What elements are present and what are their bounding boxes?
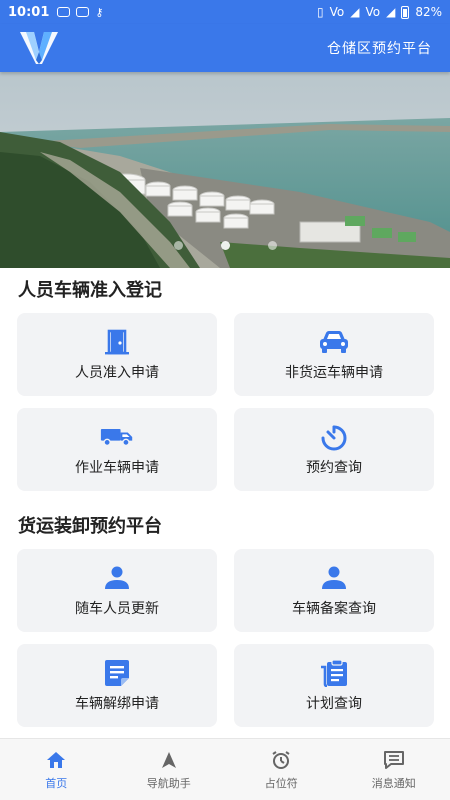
battery-level: 82% bbox=[415, 5, 442, 19]
bottom-tab-bar: 首页 导航助手 占位符 消息通知 bbox=[0, 738, 450, 800]
status-bar: 10:01 ⚷ ▯ Vo ◢ Vo ◢ 82% bbox=[0, 0, 450, 24]
tab-messages[interactable]: 消息通知 bbox=[338, 739, 450, 800]
truck-icon bbox=[100, 423, 134, 451]
app-screen: 10:01 ⚷ ▯ Vo ◢ Vo ◢ 82% 仓储区预约平台 人员车辆准入登记… bbox=[0, 0, 450, 800]
navigation-icon bbox=[158, 749, 180, 771]
vibrate-icon: ▯ bbox=[317, 5, 324, 19]
tab-label: 占位符 bbox=[264, 776, 298, 790]
page-title: 仓储区预约平台 bbox=[327, 41, 432, 57]
clipboard-icon bbox=[317, 658, 351, 687]
tab-label: 导航助手 bbox=[146, 776, 191, 790]
car-icon bbox=[317, 328, 351, 356]
work-vehicle-card[interactable]: 作业车辆申请 bbox=[17, 408, 217, 491]
alarm-icon bbox=[270, 749, 292, 771]
card-label: 车辆备案查询 bbox=[292, 600, 376, 617]
card-label: 车辆解绑申请 bbox=[75, 695, 159, 712]
person-icon bbox=[317, 564, 351, 592]
appointment-query-card[interactable]: 预约查询 bbox=[234, 408, 434, 491]
status-right: ▯ Vo ◢ Vo ◢ 82% bbox=[317, 5, 442, 19]
network-label-2: Vo bbox=[365, 5, 381, 19]
card-label: 作业车辆申请 bbox=[75, 459, 159, 476]
home-icon bbox=[45, 749, 67, 771]
tab-label: 首页 bbox=[45, 776, 68, 790]
key-icon: ⚷ bbox=[95, 5, 104, 19]
tab-label: 消息通知 bbox=[371, 776, 416, 790]
section-title-access-registration: 人员车辆准入登记 bbox=[18, 280, 162, 301]
vehicle-record-query-card[interactable]: 车辆备案查询 bbox=[234, 549, 434, 632]
timer-icon bbox=[317, 423, 351, 451]
signal-icon-2: ◢ bbox=[386, 5, 396, 19]
message-icon bbox=[383, 749, 405, 771]
personnel-access-card[interactable]: 人员准入申请 bbox=[17, 313, 217, 396]
card-label: 随车人员更新 bbox=[75, 600, 159, 617]
door-icon bbox=[100, 328, 134, 356]
chat-notification-icon bbox=[57, 7, 71, 17]
logo-icon bbox=[20, 32, 58, 64]
notification-icons: ⚷ bbox=[57, 6, 103, 19]
accompanying-personnel-update-card[interactable]: 随车人员更新 bbox=[17, 549, 217, 632]
banner-carousel[interactable] bbox=[0, 72, 450, 268]
plan-query-card[interactable]: 计划查询 bbox=[234, 644, 434, 727]
note-icon bbox=[100, 659, 134, 687]
carousel-dot-active[interactable] bbox=[220, 241, 230, 250]
status-time: 10:01 bbox=[8, 4, 50, 20]
banner-image bbox=[0, 72, 450, 268]
tab-home[interactable]: 首页 bbox=[0, 739, 113, 800]
carousel-dot[interactable] bbox=[173, 241, 183, 250]
carousel-dot[interactable] bbox=[267, 241, 277, 250]
network-label-1: Vo bbox=[329, 5, 345, 19]
vehicle-unbind-card[interactable]: 车辆解绑申请 bbox=[17, 644, 217, 727]
card-label: 人员准入申请 bbox=[75, 364, 159, 381]
signal-icon-1: ◢ bbox=[350, 5, 360, 19]
card-label: 非货运车辆申请 bbox=[285, 364, 383, 381]
card-label: 计划查询 bbox=[306, 695, 362, 712]
person-icon bbox=[100, 564, 134, 592]
card-label: 预约查询 bbox=[306, 459, 362, 476]
battery-icon bbox=[401, 5, 410, 19]
tab-navigation[interactable]: 导航助手 bbox=[113, 739, 226, 800]
app-header: 仓储区预约平台 bbox=[0, 24, 450, 72]
section-title-freight-booking: 货运装卸预约平台 bbox=[18, 516, 162, 537]
tab-placeholder[interactable]: 占位符 bbox=[225, 739, 338, 800]
non-freight-vehicle-card[interactable]: 非货运车辆申请 bbox=[234, 313, 434, 396]
wechat-notification-icon bbox=[76, 7, 90, 17]
carousel-indicators bbox=[0, 241, 450, 250]
